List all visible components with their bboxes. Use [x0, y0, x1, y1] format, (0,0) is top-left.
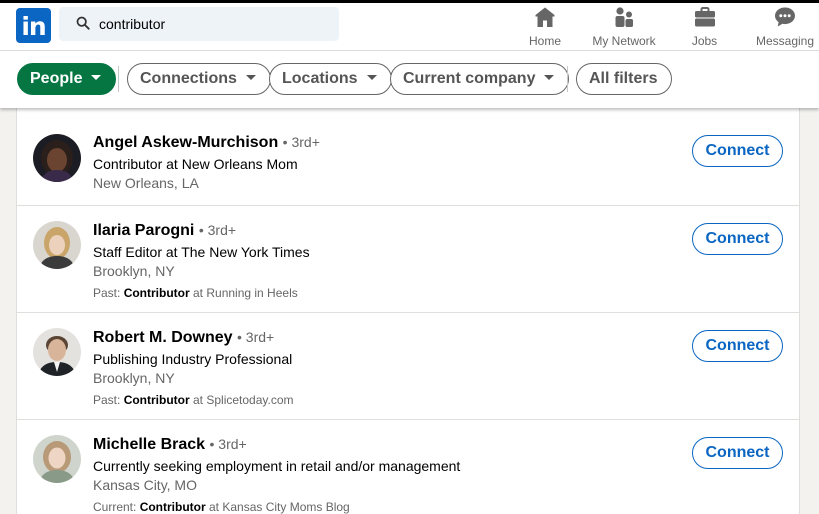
filter-all-filters[interactable]: All filters	[576, 63, 673, 95]
result-location: Brooklyn, NY	[93, 370, 175, 386]
avatar[interactable]	[33, 328, 81, 376]
filter-locations[interactable]: Locations	[269, 63, 392, 95]
snippet-suffix: at Running in Heels	[189, 286, 298, 300]
nav-messaging[interactable]: Messaging	[754, 3, 816, 50]
filter-connections-label: Connections	[140, 70, 237, 87]
connection-degree: • 3rd+	[282, 134, 320, 150]
snippet-prefix: Past:	[93, 286, 124, 300]
result-snippet: Current: Contributor at Kansas City Moms…	[93, 499, 460, 514]
result-snippet: Past: Contributor at Running in Heels	[93, 285, 310, 301]
nav-messaging-label: Messaging	[755, 34, 815, 48]
result-name[interactable]: Michelle Brack	[93, 436, 205, 453]
result-headline: Staff Editor at The New York Times	[93, 244, 310, 260]
result-name[interactable]: Robert M. Downey	[93, 329, 233, 346]
chevron-down-icon	[366, 75, 377, 81]
chevron-down-icon	[245, 75, 256, 81]
result-row: Angel Askew-Murchison • 3rd+ Contributor…	[17, 118, 799, 206]
connect-button[interactable]: Connect	[692, 437, 783, 469]
snippet-keyword: Contributor	[139, 500, 206, 514]
filter-divider	[118, 66, 119, 92]
nav-jobs-label: Jobs	[691, 34, 718, 48]
filter-people-label: People	[30, 70, 83, 87]
filter-people[interactable]: People	[17, 63, 117, 95]
result-location: New Orleans, LA	[93, 175, 199, 191]
snippet-keyword: Contributor	[123, 393, 190, 407]
messaging-icon	[775, 7, 795, 27]
connection-degree: • 3rd+	[237, 329, 275, 345]
nav-jobs[interactable]: Jobs	[688, 3, 721, 50]
filter-connections[interactable]: Connections	[127, 63, 271, 95]
result-headline: Publishing Industry Professional	[93, 351, 293, 367]
result-row: Robert M. Downey • 3rd+ Publishing Indus…	[17, 313, 799, 420]
connection-degree: • 3rd+	[198, 222, 237, 238]
filter-all-filters-label: All filters	[589, 70, 658, 87]
search-icon	[76, 16, 90, 30]
avatar[interactable]	[33, 221, 81, 269]
result-location: Kansas City, MO	[93, 477, 197, 493]
nav-my-network[interactable]: My Network	[589, 3, 659, 50]
result-row: Ilaria Parogni • 3rd+ Staff Editor at Th…	[17, 206, 799, 313]
result-info: Robert M. Downey • 3rd+ Publishing Indus…	[93, 327, 294, 408]
search-input[interactable]	[99, 7, 329, 41]
filter-current-company-label: Current company	[403, 70, 536, 87]
avatar[interactable]	[33, 134, 81, 182]
filter-locations-label: Locations	[282, 70, 358, 87]
result-info: Ilaria Parogni • 3rd+ Staff Editor at Th…	[93, 220, 310, 301]
snippet-suffix: at Kansas City Moms Blog	[205, 500, 350, 514]
home-icon	[535, 7, 555, 27]
result-name[interactable]: Ilaria Parogni	[93, 222, 194, 239]
result-info: Angel Askew-Murchison • 3rd+ Contributor…	[93, 132, 320, 193]
filter-current-company[interactable]: Current company	[390, 63, 570, 95]
snippet-prefix: Current:	[93, 500, 140, 514]
result-info: Michelle Brack • 3rd+ Currently seeking …	[93, 434, 460, 514]
connect-button[interactable]: Connect	[692, 330, 783, 362]
search-results-list: Angel Askew-Murchison • 3rd+ Contributor…	[16, 108, 800, 514]
search-filters-bar: People Connections Locations Current com…	[0, 51, 819, 108]
snippet-keyword: Contributor	[123, 286, 190, 300]
briefcase-icon	[694, 7, 715, 27]
nav-my-network-label: My Network	[592, 34, 656, 48]
nav-home-label: Home	[528, 34, 561, 48]
connect-button[interactable]: Connect	[692, 135, 783, 167]
filter-divider	[567, 66, 568, 92]
chevron-down-icon	[91, 75, 102, 81]
result-snippet: Past: Contributor at Splicetoday.com	[93, 392, 294, 408]
snippet-suffix: at Splicetoday.com	[189, 393, 294, 407]
nav-home[interactable]: Home	[524, 3, 566, 50]
global-nav: in Home My Network Jobs	[0, 0, 819, 51]
result-location: Brooklyn, NY	[93, 263, 175, 279]
result-name[interactable]: Angel Askew-Murchison	[93, 134, 278, 151]
search-box[interactable]	[59, 7, 339, 41]
result-row: Michelle Brack • 3rd+ Currently seeking …	[17, 420, 799, 514]
result-headline: Contributor at New Orleans Mom	[93, 156, 298, 172]
connection-degree: • 3rd+	[209, 436, 247, 452]
result-headline: Currently seeking employment in retail a…	[93, 458, 461, 474]
avatar[interactable]	[33, 435, 81, 483]
network-icon	[615, 7, 633, 27]
chevron-down-icon	[544, 75, 555, 81]
connect-button[interactable]: Connect	[692, 223, 783, 255]
snippet-prefix: Past:	[93, 393, 124, 407]
linkedin-logo[interactable]: in	[16, 8, 51, 43]
